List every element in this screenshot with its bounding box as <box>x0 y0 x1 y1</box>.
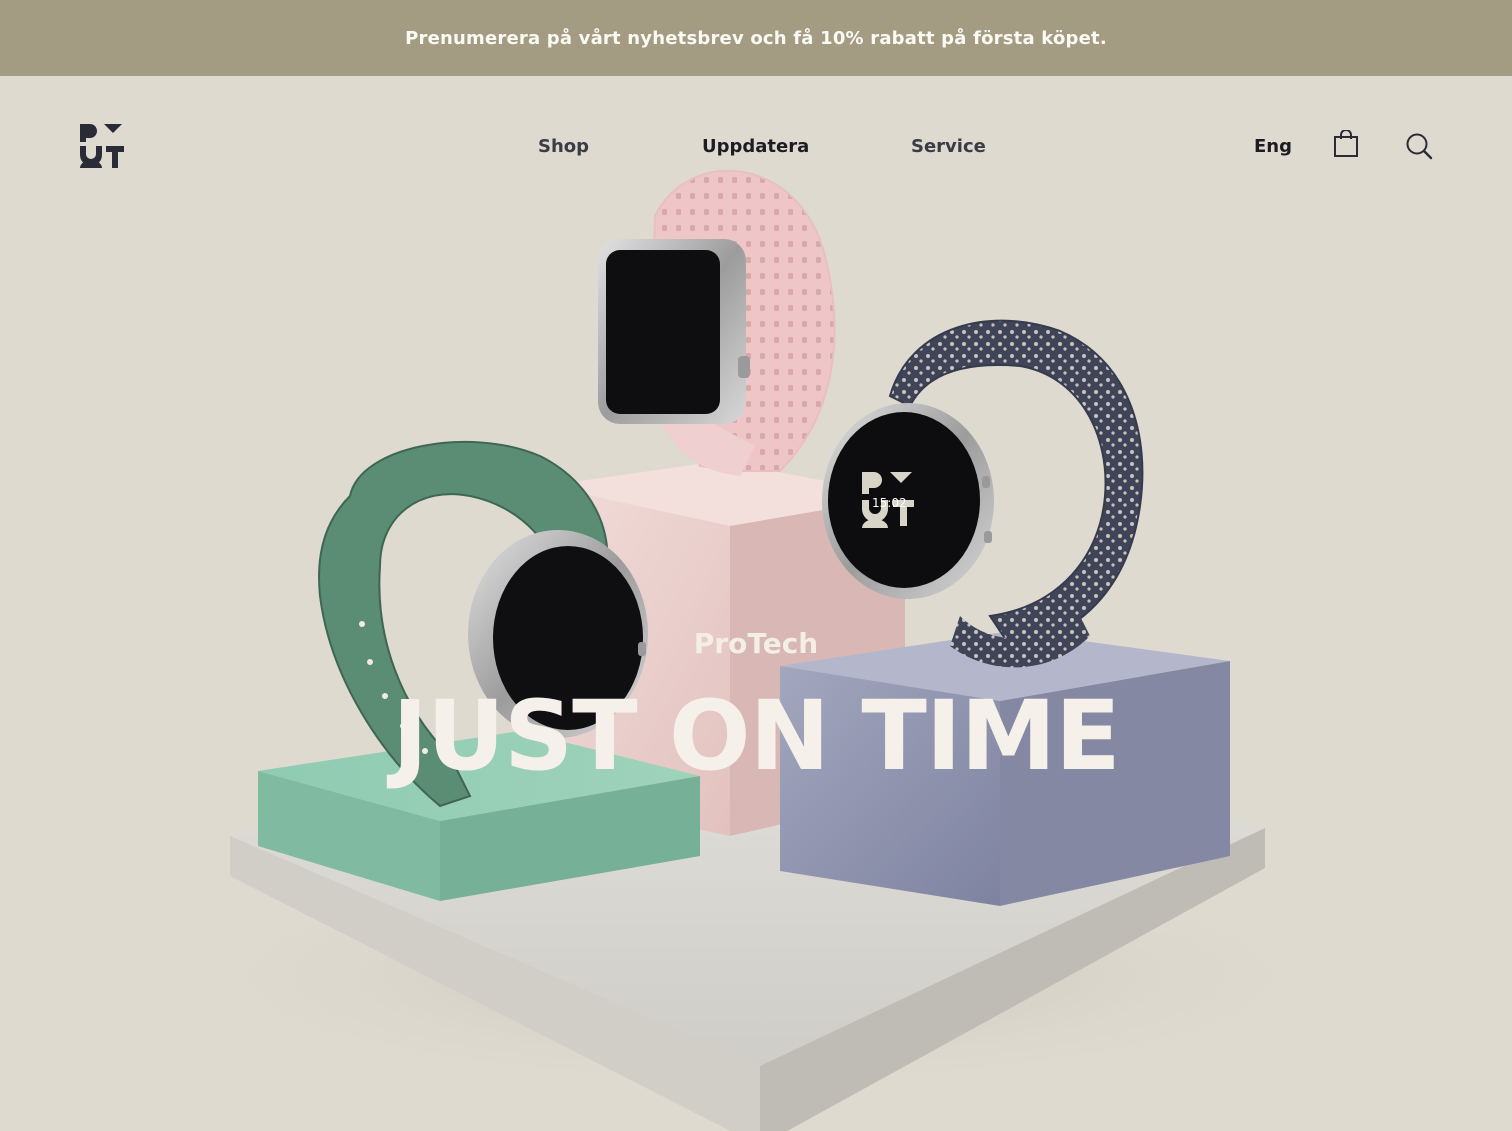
nav-uppdatera[interactable]: Uppdatera <box>702 136 809 157</box>
promo-banner[interactable]: Prenumerera på vårt nyhetsbrev och få 10… <box>0 0 1512 76</box>
search-icon[interactable] <box>1405 132 1433 165</box>
language-selector[interactable]: Eng <box>1254 136 1292 157</box>
hero-section: 15:02 <box>0 76 1512 1131</box>
hero-product-scene: 15:02 <box>160 169 1360 1131</box>
pout-logo[interactable] <box>80 124 124 168</box>
shopping-bag-icon[interactable] <box>1333 129 1359 163</box>
nav-service[interactable]: Service <box>911 136 986 157</box>
logo-icon <box>80 124 124 168</box>
nav-shop[interactable]: Shop <box>538 136 589 157</box>
site-header: Shop Uppdatera Service Eng <box>0 76 1512 216</box>
promo-text: Prenumerera på vårt nyhetsbrev och få 10… <box>405 27 1107 49</box>
watch-face-time: 15:02 <box>872 496 907 510</box>
hero-headline: JUST ON TIME <box>392 680 1120 792</box>
hero-kicker: ProTech <box>693 627 819 660</box>
